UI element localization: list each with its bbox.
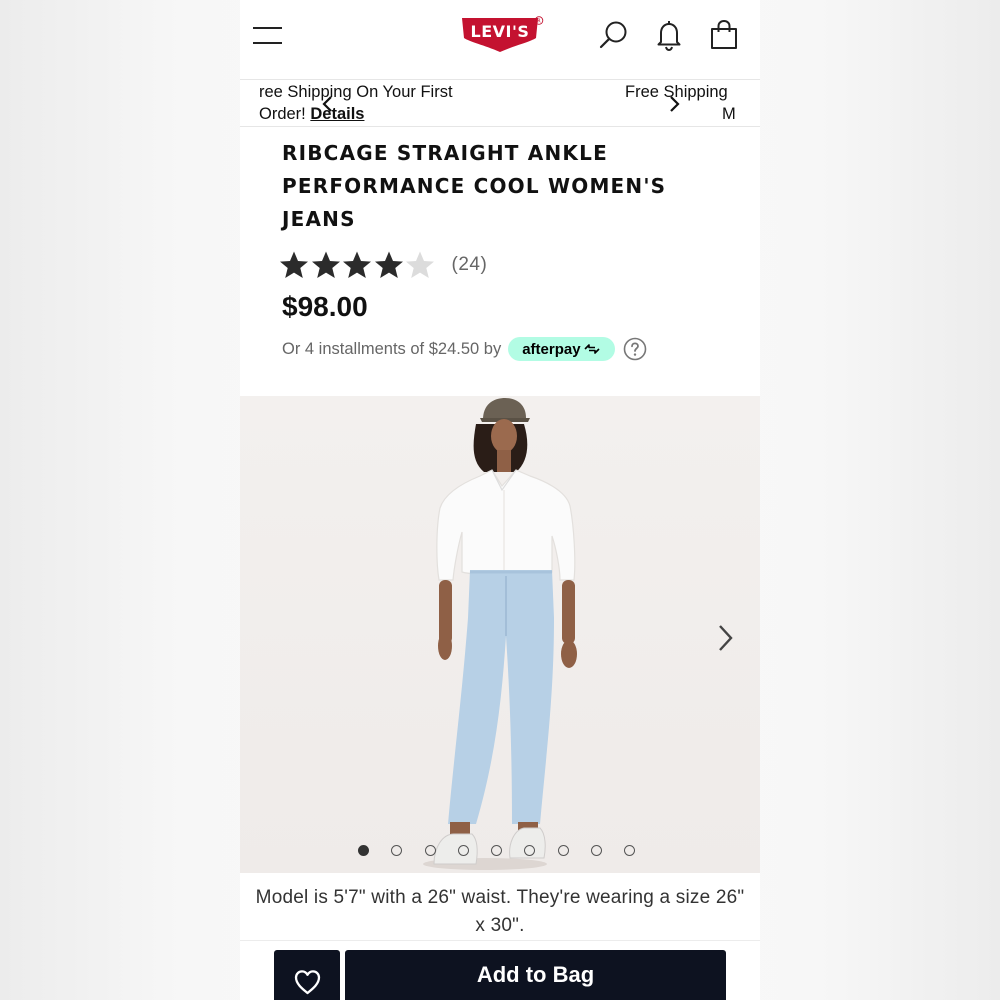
gallery-dot[interactable] — [591, 845, 603, 856]
gallery-dot[interactable] — [424, 845, 436, 856]
star-filled-icon — [343, 251, 371, 278]
gallery-dot[interactable] — [491, 845, 503, 856]
gallery-dot[interactable] — [557, 845, 569, 856]
promo-slide-text: Order! Details — [259, 103, 364, 125]
star-filled-icon — [374, 251, 403, 278]
installments-info: Or 4 installments of $24.50 by afterpay — [282, 336, 647, 362]
brand-wordmark: LEVI'S — [470, 22, 530, 41]
promo-slide-text-line2: Order! — [259, 105, 306, 123]
gallery-next-chevron-icon[interactable] — [713, 621, 737, 655]
product-rating[interactable]: (24) — [278, 248, 487, 282]
hamburger-menu-icon[interactable] — [253, 24, 283, 48]
chevron-right-icon[interactable] — [666, 94, 682, 114]
star-empty-icon — [406, 251, 434, 278]
afterpay-loop-icon — [583, 344, 600, 354]
gallery-pagination-dots — [358, 845, 658, 856]
star-filled-icon — [311, 251, 340, 278]
search-icon[interactable] — [597, 18, 631, 52]
model-size-info: Model is 5'7" with a 26" waist. They're … — [255, 887, 745, 936]
promo-next-slide-text: M — [722, 105, 736, 123]
gallery-dot[interactable] — [624, 845, 636, 856]
sticky-action-bar: Add to Bag — [240, 940, 760, 1000]
promo-details-link[interactable]: Details — [310, 105, 364, 123]
chevron-left-icon[interactable] — [320, 94, 336, 114]
gallery-dot[interactable] — [524, 845, 536, 856]
shopping-bag-icon[interactable] — [707, 18, 741, 52]
afterpay-badge[interactable]: afterpay — [508, 337, 615, 361]
heart-icon — [294, 970, 321, 995]
product-image-gallery[interactable] — [240, 396, 760, 873]
bell-icon[interactable] — [652, 18, 686, 52]
promo-banner-carousel: ree Shipping On Your First Order! Detail… — [240, 81, 760, 127]
star-filled-icon — [280, 251, 308, 278]
mobile-page: R LEVI'S ree Shipping On Your First Orde… — [240, 0, 760, 1000]
gallery-dot[interactable] — [358, 845, 369, 856]
gallery-dot[interactable] — [391, 845, 403, 856]
gallery-dot[interactable] — [457, 845, 469, 856]
product-title: RIBCAGE STRAIGHT ANKLE PERFORMANCE COOL … — [282, 141, 667, 231]
site-header: R LEVI'S — [240, 0, 760, 80]
question-circle-icon[interactable] — [623, 337, 647, 361]
review-count[interactable]: (24) — [452, 254, 488, 276]
product-model-image — [423, 398, 577, 870]
wishlist-button[interactable] — [274, 950, 340, 1000]
installments-text: Or 4 installments of $24.50 by — [282, 339, 502, 358]
promo-slide-text: ree Shipping On Your First — [259, 83, 453, 101]
add-to-bag-button[interactable]: Add to Bag — [345, 950, 726, 1000]
star-rating — [278, 249, 436, 281]
product-price: $98.00 — [282, 291, 368, 322]
afterpay-label: afterpay — [522, 340, 581, 358]
brand-logo[interactable]: R LEVI'S — [460, 16, 544, 56]
